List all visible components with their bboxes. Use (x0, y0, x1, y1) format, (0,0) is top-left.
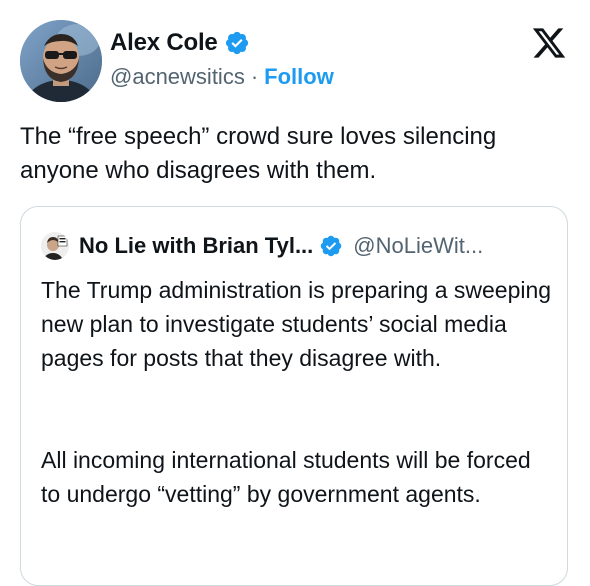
author-display-name[interactable]: Alex Cole (110, 29, 218, 57)
separator-dot: · (250, 64, 259, 89)
author-avatar[interactable] (20, 20, 102, 102)
author-handle-row: @acnewsitics · Follow (110, 62, 334, 92)
quoted-handle[interactable]: @NoLieWit... (353, 233, 483, 259)
quoted-tweet-card[interactable]: No Lie with Brian Tyl... @NoLieWit... Th… (20, 206, 568, 586)
quoted-text-paragraph-2: All incoming international students will… (41, 447, 531, 507)
quoted-avatar[interactable] (41, 232, 69, 260)
tweet-embed: Alex Cole @acnewsitics · Follow The “fre… (0, 0, 590, 586)
x-logo-icon[interactable] (530, 25, 568, 61)
quoted-header: No Lie with Brian Tyl... @NoLieWit... (41, 231, 483, 261)
quoted-verified-badge-icon (319, 234, 343, 258)
verified-badge-icon (224, 30, 250, 56)
author-name-row: Alex Cole (110, 28, 250, 58)
quoted-display-name[interactable]: No Lie with Brian Tyl... (79, 233, 313, 259)
quoted-text-paragraph-1: The Trump administration is preparing a … (41, 277, 552, 371)
tweet-text: The “free speech” crowd sure loves silen… (20, 123, 497, 184)
follow-button[interactable]: Follow (264, 64, 334, 90)
author-handle[interactable]: @acnewsitics (110, 64, 245, 90)
